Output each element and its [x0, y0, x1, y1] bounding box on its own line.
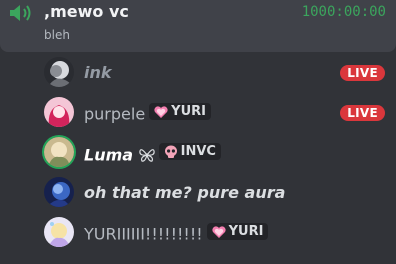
member-name: Luma INVC — [84, 143, 221, 165]
call-timer: 1000:00:00 — [301, 4, 386, 20]
heart-icon — [154, 105, 168, 118]
avatar — [44, 57, 74, 87]
voice-channel[interactable]: ,mewo vc 1000:00:00 bleh — [0, 0, 396, 52]
skull-icon — [164, 145, 177, 158]
channel-status: bleh — [44, 28, 70, 42]
avatar — [44, 177, 74, 207]
speaker-icon — [10, 5, 31, 21]
role-tag: YURI — [206, 223, 269, 240]
butterfly-icon — [138, 148, 155, 162]
member-item[interactable]: ink LIVE — [38, 56, 390, 90]
role-tag: YURI — [149, 103, 211, 120]
member-name: YURIIIIII!!!!!!!!! YURI — [84, 223, 269, 244]
role-tag: INVC — [158, 143, 221, 160]
member-item[interactable]: oh that me? pure aura — [38, 176, 390, 210]
heart-icon — [212, 225, 226, 238]
member-item[interactable]: YURIIIIII!!!!!!!!! YURI — [38, 216, 390, 250]
member-name: purpele YURI — [84, 103, 211, 124]
member-item[interactable]: purpele YURI LIVE — [38, 96, 390, 130]
avatar — [44, 137, 74, 167]
member-name: oh that me? pure aura — [84, 183, 286, 202]
member-item[interactable]: Luma INVC — [38, 136, 390, 170]
live-badge: LIVE — [340, 65, 385, 81]
member-name: ink — [84, 63, 112, 82]
live-badge: LIVE — [340, 105, 385, 121]
channel-name: ,mewo vc — [44, 2, 129, 21]
avatar — [44, 217, 74, 247]
avatar — [44, 97, 74, 127]
